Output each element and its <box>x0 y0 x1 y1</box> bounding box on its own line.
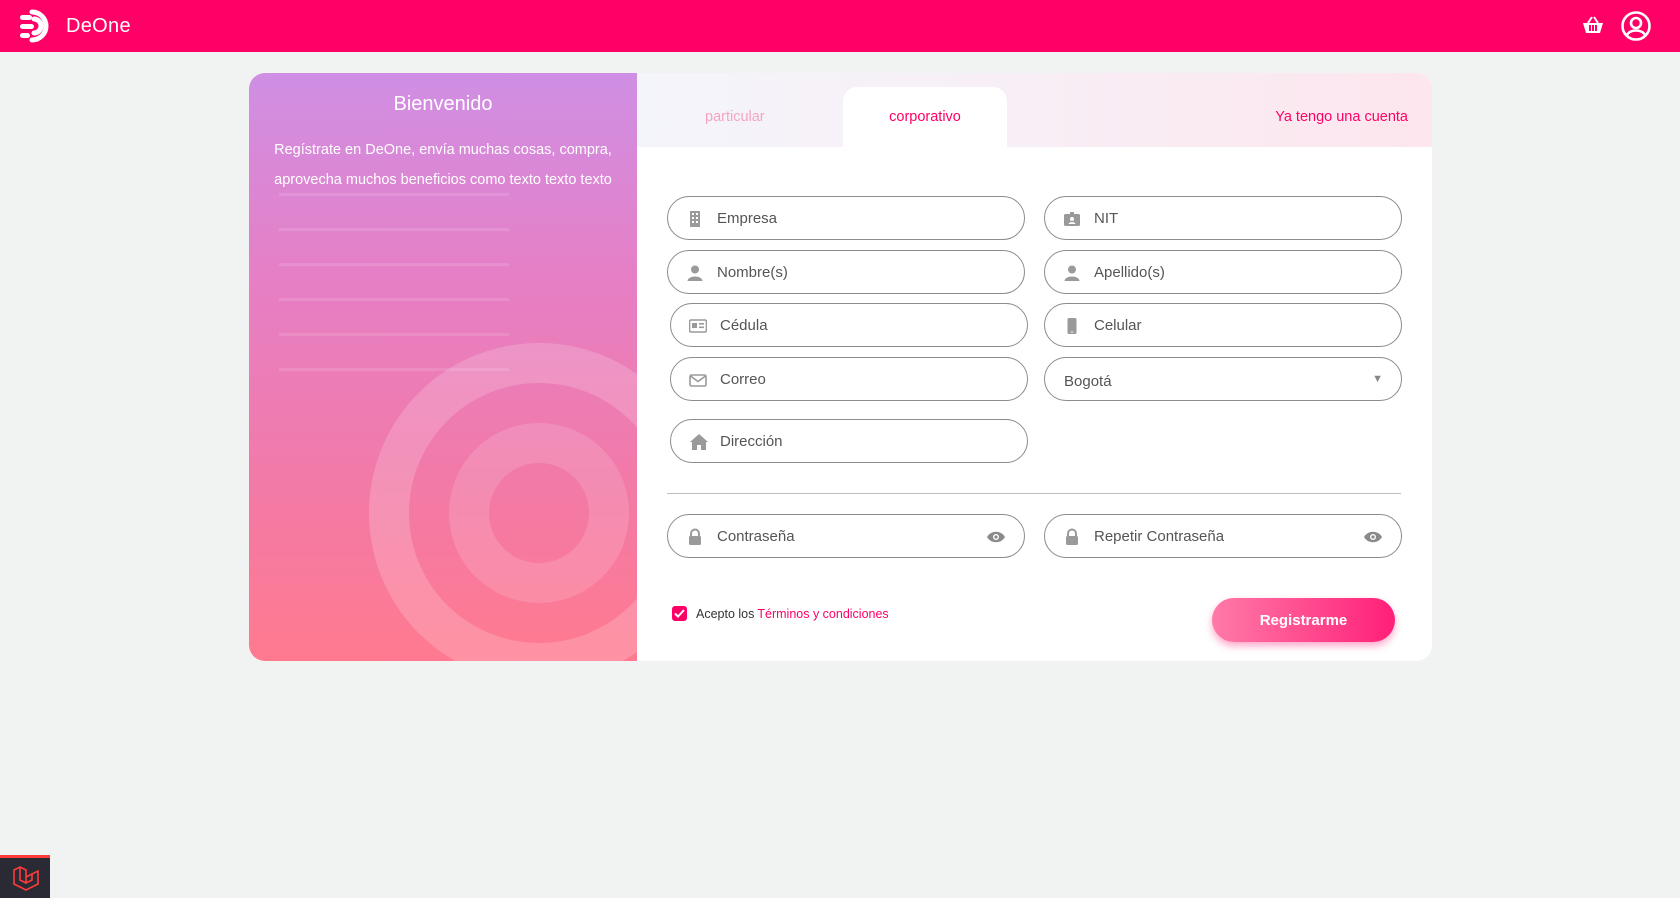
laravel-badge[interactable] <box>0 855 50 898</box>
register-button[interactable]: Registrarme <box>1212 598 1395 642</box>
form-panel: particular corporativo Ya tengo una cuen… <box>637 73 1432 661</box>
terms-row: Acepto los Términos y condiciones <box>672 606 889 621</box>
direccion-placeholder: Dirección <box>720 433 783 450</box>
ciudad-selected-value: Bogotá <box>1064 373 1112 390</box>
tab-particular[interactable]: particular <box>705 109 765 125</box>
welcome-text: Regístrate en DeOne, envía muchas cosas,… <box>274 142 612 188</box>
brand[interactable]: DeOne <box>18 6 131 46</box>
correo-placeholder: Correo <box>720 371 766 388</box>
terms-prefix: Acepto los <box>696 606 755 621</box>
welcome-title: Bienvenido <box>393 93 493 115</box>
celular-placeholder: Celular <box>1094 317 1142 334</box>
cedula-placeholder: Cédula <box>720 317 768 334</box>
nit-placeholder: NIT <box>1094 210 1119 227</box>
register-card: Bienvenido Regístrate en DeOne, envía mu… <box>249 73 1432 661</box>
nit-field[interactable]: NIT <box>1044 196 1402 240</box>
id-card-icon <box>689 319 707 333</box>
mobile-phone-icon <box>1067 318 1077 334</box>
tab-corporativo-container[interactable]: corporativo <box>843 87 1007 147</box>
repeat-password-field[interactable]: Repetir Contraseña <box>1044 514 1402 558</box>
divider <box>667 493 1401 494</box>
direccion-field[interactable]: Dirección <box>670 419 1028 463</box>
envelope-icon <box>689 374 707 387</box>
terms-checkbox[interactable] <box>672 606 687 621</box>
repeat-password-placeholder: Repetir Contraseña <box>1094 528 1225 545</box>
checkmark-icon <box>674 609 685 618</box>
celular-field[interactable]: Celular <box>1044 303 1402 347</box>
logo-icon <box>20 9 49 43</box>
building-icon <box>690 211 700 227</box>
correo-field[interactable]: Correo <box>670 357 1028 401</box>
lock-icon <box>689 528 701 545</box>
tab-corporativo[interactable]: corporativo <box>843 109 1007 125</box>
top-bar: DeOne <box>0 0 1680 52</box>
logo-watermark-icon <box>369 343 637 661</box>
user-icon <box>1064 265 1080 281</box>
nombres-field[interactable]: Nombre(s) <box>667 250 1025 294</box>
nombres-placeholder: Nombre(s) <box>717 264 788 281</box>
account-type-tabs: particular corporativo Ya tengo una cuen… <box>637 73 1432 147</box>
lock-icon <box>1066 528 1078 545</box>
welcome-panel: Bienvenido Regístrate en DeOne, envía mu… <box>249 73 637 661</box>
laravel-logo-icon <box>13 866 39 891</box>
cedula-field[interactable]: Cédula <box>670 303 1028 347</box>
login-link[interactable]: Ya tengo una cuenta <box>1275 109 1408 125</box>
terms-link[interactable]: Términos y condiciones <box>757 607 888 621</box>
empresa-placeholder: Empresa <box>717 210 778 227</box>
password-field[interactable]: Contraseña <box>667 514 1025 558</box>
account-icon[interactable] <box>1620 10 1652 42</box>
eye-icon[interactable] <box>986 530 1006 544</box>
ciudad-select[interactable]: Bogotá ▼ <box>1044 357 1402 401</box>
empresa-field[interactable]: Empresa <box>667 196 1025 240</box>
brand-name: DeOne <box>66 14 131 37</box>
eye-icon[interactable] <box>1363 530 1383 544</box>
apellidos-placeholder: Apellido(s) <box>1094 264 1165 281</box>
home-icon <box>690 434 708 450</box>
password-placeholder: Contraseña <box>717 528 795 545</box>
id-badge-icon <box>1064 212 1080 226</box>
apellidos-field[interactable]: Apellido(s) <box>1044 250 1402 294</box>
chevron-down-icon: ▼ <box>1372 373 1383 385</box>
user-icon <box>687 265 703 281</box>
basket-icon[interactable] <box>1582 15 1604 35</box>
